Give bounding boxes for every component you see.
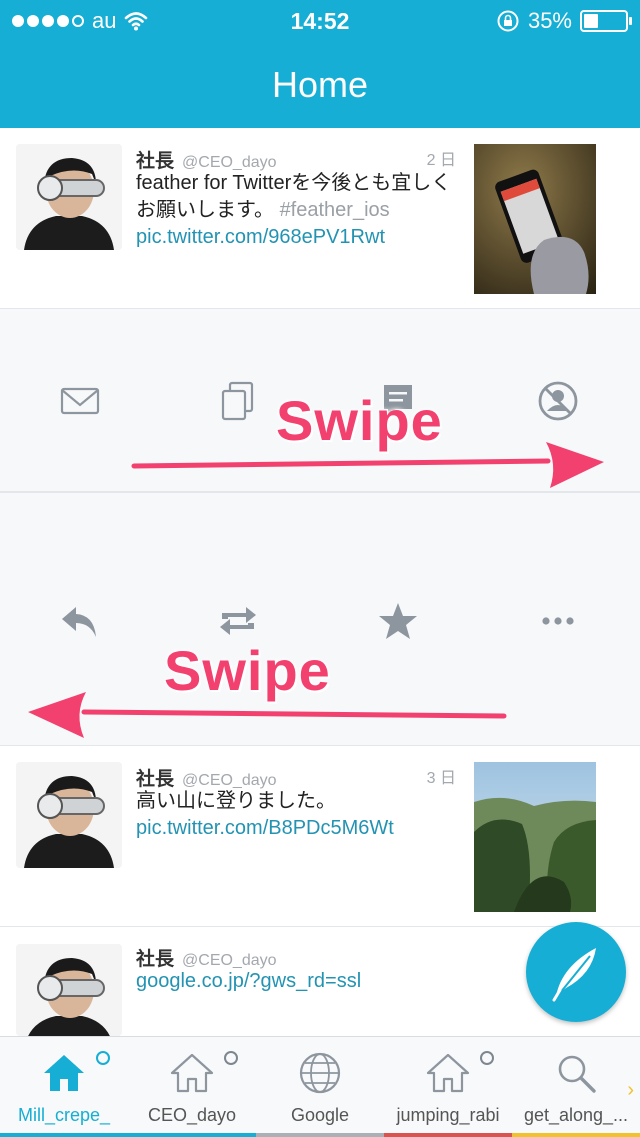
home-outline-icon xyxy=(426,1053,470,1093)
mute-user-icon[interactable] xyxy=(534,377,582,425)
tweet-meta: 社長 @CEO_dayo xyxy=(136,764,277,791)
tab-google[interactable]: Google xyxy=(256,1037,384,1137)
tweet-author-name[interactable]: 社長 xyxy=(136,949,174,970)
tab-bar: Mill_crepe_ CEO_dayo Google jumping_rabi xyxy=(0,1036,640,1137)
tweet-date: 3 日 xyxy=(426,770,456,787)
tab-get-along[interactable]: › get_along_... xyxy=(512,1037,640,1137)
tweet-meta: 社長 @CEO_dayo xyxy=(136,944,277,971)
chevron-right-icon[interactable]: › xyxy=(627,1079,634,1102)
feather-compose-icon xyxy=(552,948,596,1002)
tweet-date: 2 日 xyxy=(426,152,456,169)
reply-icon[interactable] xyxy=(56,597,104,645)
battery-percent: 35% xyxy=(527,8,572,33)
hashtag-link[interactable]: #feather_ios xyxy=(280,199,390,221)
tweet-author-name[interactable]: 社長 xyxy=(136,769,174,790)
tweet-text-line: feather for Twitterを今後とも宜しく xyxy=(136,172,452,194)
tweet-author-name[interactable]: 社長 xyxy=(136,151,174,172)
status-right: 35% xyxy=(496,8,632,34)
tweet-media-thumbnail[interactable] xyxy=(474,144,596,294)
tweet-text: google.co.jp/?gws_rd=ssl xyxy=(136,968,456,995)
tweet-author-handle[interactable]: @CEO_dayo xyxy=(182,154,277,171)
tab-label: get_along_... xyxy=(523,1105,629,1125)
avatar[interactable] xyxy=(16,762,122,868)
tweet-author-handle[interactable]: @CEO_dayo xyxy=(182,952,277,969)
tweet-link[interactable]: google.co.jp/?gws_rd=ssl xyxy=(136,968,456,995)
unread-indicator xyxy=(480,1051,494,1065)
nav-bar: Home xyxy=(0,40,640,128)
swipe-right-arrow-icon xyxy=(131,442,604,488)
compose-button[interactable] xyxy=(526,922,626,1022)
tab-color-bar xyxy=(512,1133,640,1137)
battery-icon xyxy=(580,10,632,32)
favorite-star-icon[interactable] xyxy=(374,597,422,645)
tweet-text-line: 高い山に登りました。 xyxy=(136,790,336,812)
tab-color-bar xyxy=(0,1133,128,1137)
tab-color-bar xyxy=(128,1133,256,1137)
globe-icon xyxy=(299,1052,341,1094)
home-outline-icon xyxy=(170,1053,214,1093)
tweet-text-line: お願いします。 #feather_ios xyxy=(136,199,390,221)
tweet-link[interactable]: pic.twitter.com/B8PDc5M6Wt xyxy=(136,815,456,842)
home-icon xyxy=(44,1055,84,1091)
mail-icon[interactable] xyxy=(56,377,104,425)
copy-icon[interactable] xyxy=(214,377,262,425)
unread-indicator xyxy=(224,1051,238,1065)
page-title: Home xyxy=(271,64,369,105)
tab-color-bar xyxy=(256,1133,384,1137)
tweet-item[interactable]: 社長 @CEO_dayo 2 日 feather for Twitterを今後とも… xyxy=(0,128,640,309)
tab-ceo-dayo[interactable]: CEO_dayo xyxy=(128,1037,256,1137)
tab-label: jumping_rabi xyxy=(396,1105,500,1125)
avatar[interactable] xyxy=(16,144,122,250)
avatar[interactable] xyxy=(16,944,122,1036)
rotation-lock-icon xyxy=(497,10,519,32)
tab-jumping-rabi[interactable]: jumping_rabi xyxy=(384,1037,512,1137)
tweet-author-handle[interactable]: @CEO_dayo xyxy=(182,772,277,789)
tweet-media-thumbnail[interactable] xyxy=(474,762,596,912)
more-dots-icon[interactable] xyxy=(534,597,582,645)
tab-color-bar xyxy=(384,1133,512,1137)
tab-label: CEO_dayo xyxy=(147,1105,237,1125)
search-icon xyxy=(558,1055,596,1093)
tweet-item[interactable]: 社長 @CEO_dayo 3 日 高い山に登りました。 pic.twitter.c… xyxy=(0,746,640,927)
tab-mill-crepe[interactable]: Mill_crepe_ xyxy=(0,1037,128,1137)
status-bar: au 14:52 35% xyxy=(0,0,640,40)
tab-label: Mill_crepe_ xyxy=(17,1105,111,1125)
tweet-meta: 社長 @CEO_dayo xyxy=(136,146,277,173)
tweet-text: 高い山に登りました。 pic.twitter.com/B8PDc5M6Wt xyxy=(136,788,456,842)
tab-label: Google xyxy=(290,1105,350,1125)
tweet-text: feather for Twitterを今後とも宜しく お願いします。 #fea… xyxy=(136,170,466,251)
unread-indicator xyxy=(96,1051,110,1065)
tweet-link[interactable]: pic.twitter.com/968ePV1Rwt xyxy=(136,224,466,251)
swipe-left-arrow-icon xyxy=(28,692,507,738)
